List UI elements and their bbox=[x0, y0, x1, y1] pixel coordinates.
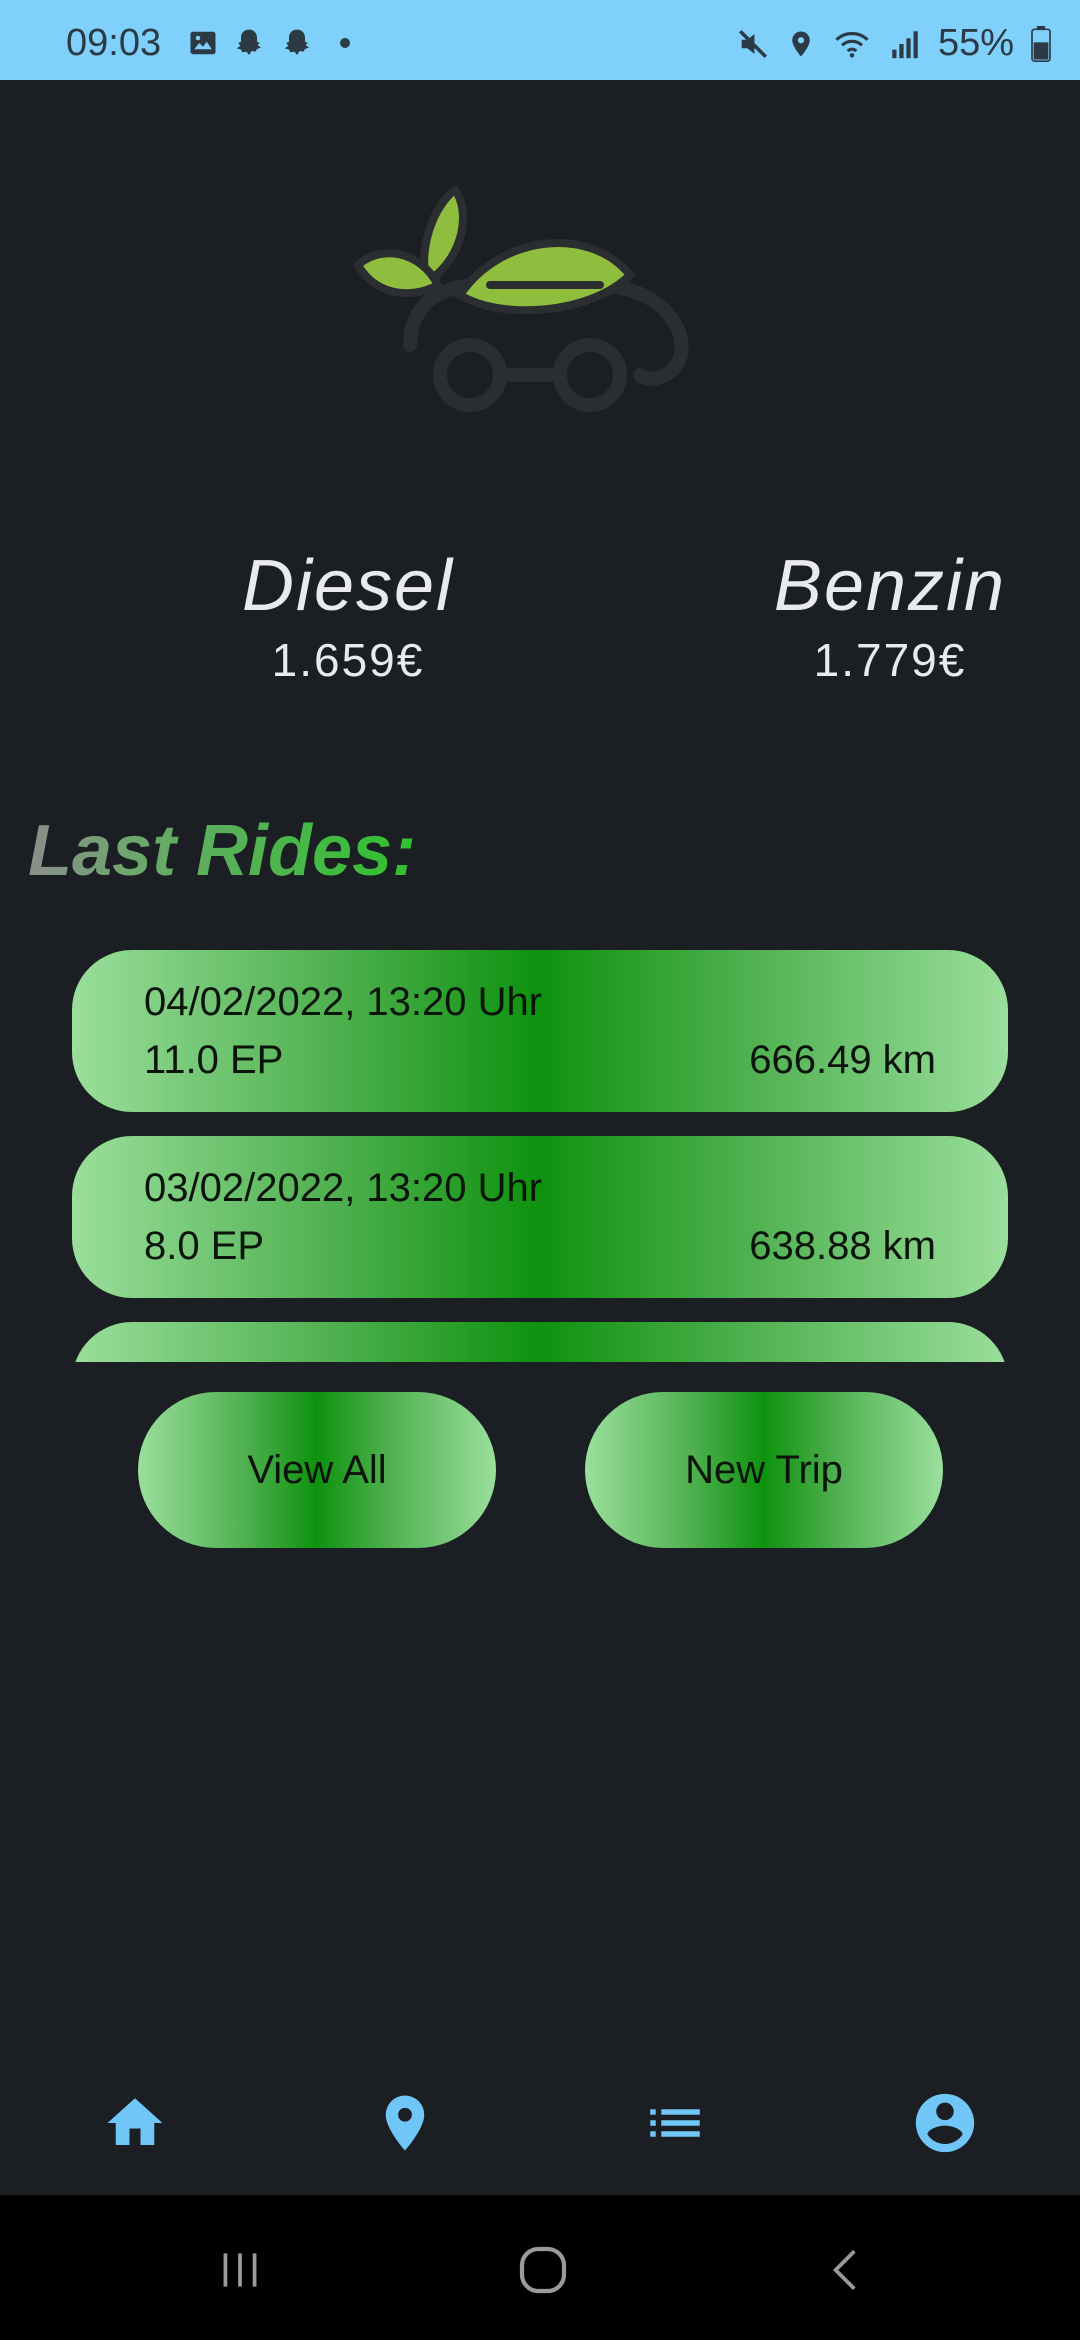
fuel-price-diesel: Diesel 1.659€ bbox=[218, 545, 478, 687]
home-circle-icon bbox=[519, 2246, 567, 2294]
more-notifications-dot bbox=[340, 38, 350, 48]
back-button[interactable] bbox=[806, 2240, 886, 2300]
fuel-price-value: 1.659€ bbox=[271, 634, 425, 686]
mute-icon bbox=[738, 29, 767, 58]
fuel-price-benzin: Benzin 1.779€ bbox=[760, 545, 1020, 687]
home-button[interactable] bbox=[503, 2240, 583, 2300]
eco-car-logo bbox=[352, 185, 689, 412]
view-all-button[interactable]: View All bbox=[138, 1392, 496, 1548]
nav-list[interactable] bbox=[630, 2078, 720, 2168]
location-icon bbox=[792, 31, 810, 56]
recent-apps-icon bbox=[223, 2253, 257, 2287]
wifi-icon bbox=[835, 31, 869, 58]
account-icon bbox=[915, 2093, 975, 2153]
notification-icons bbox=[188, 28, 350, 58]
battery-icon bbox=[1031, 25, 1051, 62]
nav-map[interactable] bbox=[360, 2078, 450, 2168]
nav-account[interactable] bbox=[900, 2078, 990, 2168]
ride-card[interactable]: 03/02/2022, 13:20 Uhr 8.0 EP 638.88 km bbox=[72, 1136, 1008, 1298]
ride-distance: 638.88 km bbox=[749, 1224, 936, 1268]
recent-apps-button[interactable] bbox=[200, 2240, 280, 2300]
location-pin-icon bbox=[385, 2095, 425, 2151]
ride-date: 03/02/2022, 13:20 Uhr bbox=[144, 1166, 543, 1210]
battery-percent: 55% bbox=[937, 22, 1014, 64]
nav-home[interactable] bbox=[90, 2078, 180, 2168]
fuel-price-value: 1.779€ bbox=[813, 634, 967, 686]
list-icon bbox=[650, 2109, 700, 2137]
last-rides-title: Last Rides: bbox=[28, 811, 417, 891]
snapchat-icon bbox=[285, 29, 309, 55]
ride-eco-points: 8.0 EP bbox=[144, 1224, 265, 1268]
status-bar: 09:03 55% bbox=[0, 0, 1080, 80]
ride-card[interactable]: 04/02/2022, 13:20 Uhr 11.0 EP 666.49 km bbox=[72, 950, 1008, 1112]
status-time: 09:03 bbox=[66, 22, 162, 64]
gallery-icon bbox=[190, 31, 216, 55]
rides-list[interactable]: 04/02/2022, 13:20 Uhr 11.0 EP 666.49 km … bbox=[72, 950, 1008, 1362]
bottom-navigation bbox=[0, 2050, 1080, 2195]
system-navigation-bar bbox=[0, 2195, 1080, 2340]
new-trip-button[interactable]: New Trip bbox=[585, 1392, 943, 1548]
back-icon bbox=[832, 2249, 856, 2291]
ride-card[interactable] bbox=[72, 1322, 1008, 1362]
snapchat-icon bbox=[237, 29, 261, 55]
fuel-name: Benzin bbox=[773, 546, 1007, 626]
ride-date: 04/02/2022, 13:20 Uhr bbox=[144, 980, 543, 1024]
system-status-icons: 55% bbox=[736, 22, 1052, 65]
signal-icon bbox=[892, 30, 918, 58]
fuel-name: Diesel bbox=[241, 546, 455, 626]
ride-eco-points: 11.0 EP bbox=[144, 1038, 284, 1082]
home-icon bbox=[107, 2098, 163, 2145]
ride-distance: 666.49 km bbox=[749, 1038, 936, 1082]
